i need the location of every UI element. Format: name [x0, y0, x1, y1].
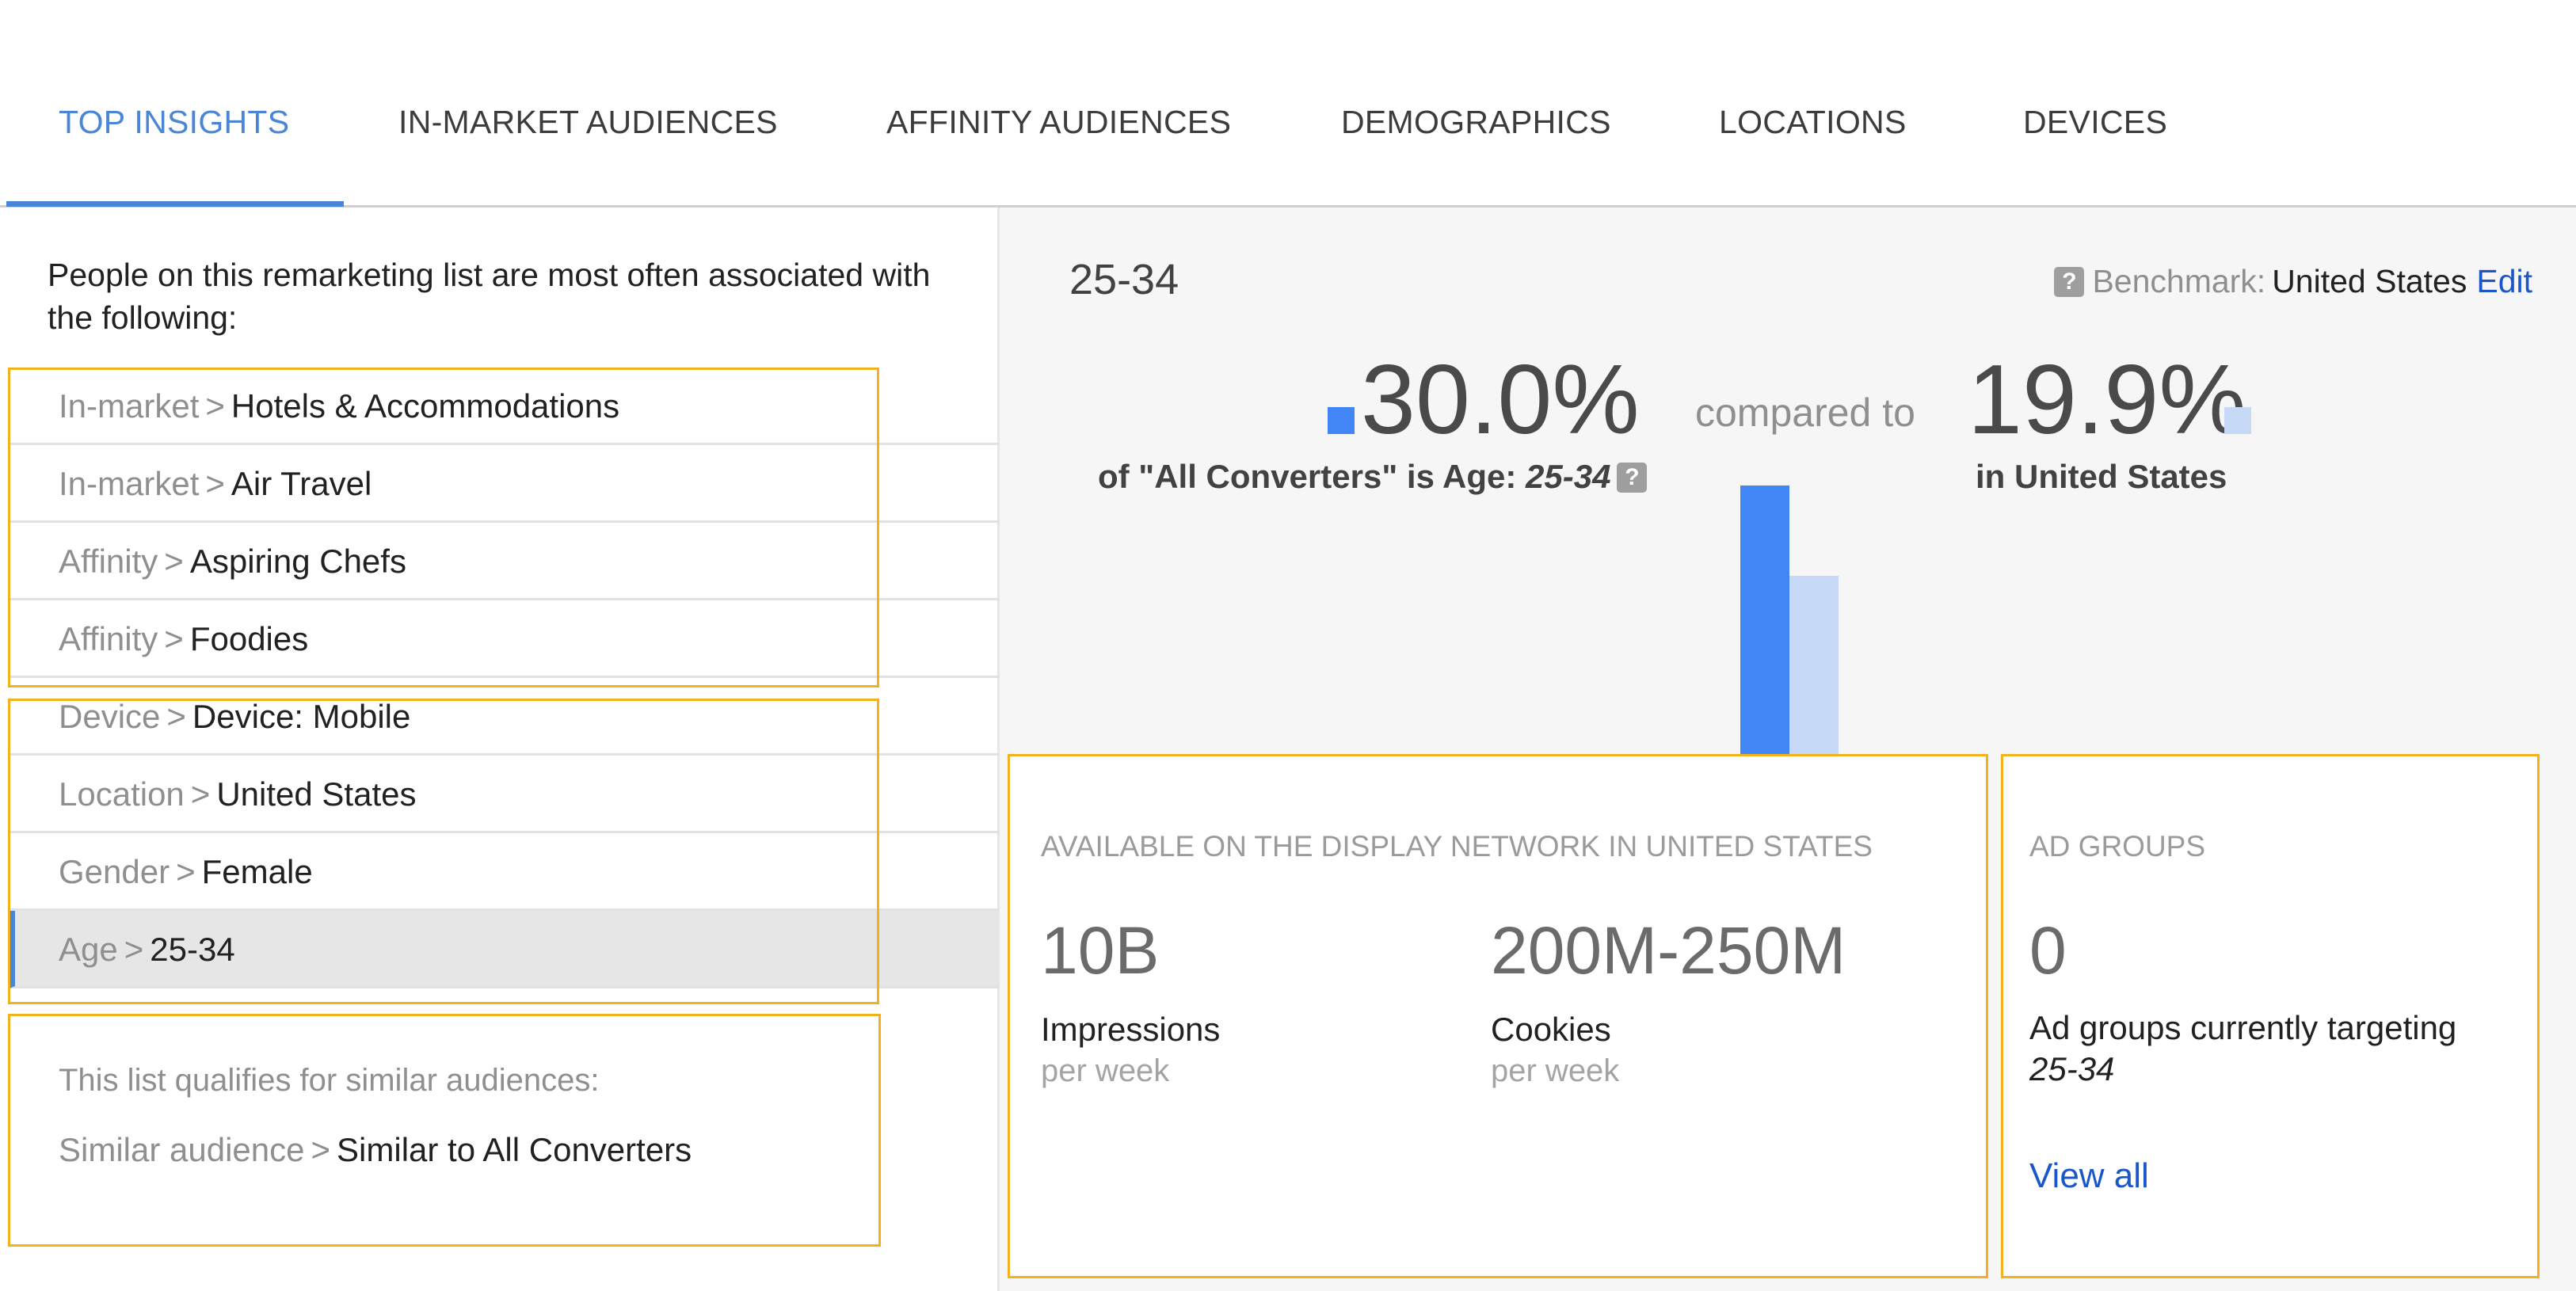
insight-value: Similar to All Converters — [337, 1131, 692, 1168]
similar-audience-note: This list qualifies for similar audience… — [59, 1063, 600, 1098]
insight-category: Location — [59, 775, 185, 813]
insight-category: Age — [59, 931, 118, 968]
ad-groups-description-value: 25-34 — [2029, 1050, 2115, 1087]
insight-row-foodies[interactable]: Affinity > Foodies — [10, 600, 1000, 678]
insight-separator: > — [205, 387, 225, 425]
insights-panel: People on this remarketing list are most… — [0, 208, 1000, 1291]
edit-benchmark-link[interactable]: Edit — [2476, 263, 2532, 299]
insight-row-hotels[interactable]: In-market > Hotels & Accommodations — [10, 367, 1000, 445]
insight-value: Device: Mobile — [192, 698, 411, 735]
help-icon[interactable]: ? — [1617, 463, 1648, 493]
audience-description: of "All Converters" is Age: 25-34? — [1098, 458, 1648, 496]
view-all-link[interactable]: View all — [2029, 1156, 2149, 1196]
insight-separator: > — [164, 543, 184, 580]
availability-card: AVAILABLE ON THE DISPLAY NETWORK IN UNIT… — [1008, 754, 1988, 1278]
impressions-value: 10B — [1041, 913, 1160, 988]
insight-category: Affinity — [59, 620, 158, 657]
audience-legend-swatch — [1328, 407, 1355, 434]
benchmark-value: United States — [2272, 263, 2467, 299]
insight-separator: > — [166, 698, 186, 735]
ad-groups-card: AD GROUPS 0 Ad groups currently targetin… — [2001, 754, 2540, 1278]
insight-separator: > — [176, 853, 196, 890]
compared-to-label: compared to — [1695, 390, 1915, 435]
insight-row-air-travel[interactable]: In-market > Air Travel — [10, 445, 1000, 523]
cookies-value: 200M-250M — [1491, 913, 1846, 988]
cookies-label: Cookies — [1491, 1011, 1611, 1048]
ad-groups-description-text: Ad groups currently targeting — [2029, 1009, 2457, 1046]
highlight-box-similar — [8, 1014, 881, 1247]
insight-category: In-market — [59, 465, 200, 502]
insight-category: Affinity — [59, 543, 158, 580]
insight-value: Air Travel — [231, 465, 372, 502]
ad-groups-count: 0 — [2029, 913, 2067, 988]
tab-devices[interactable]: DEVICES — [2023, 0, 2167, 208]
benchmark-bar — [1789, 576, 1839, 754]
audience-description-prefix: of "All Converters" is Age: — [1098, 458, 1517, 495]
insight-value: Foodies — [189, 620, 309, 657]
insight-separator: > — [205, 465, 225, 502]
audience-percentage: 30.0% — [1361, 345, 1640, 455]
insight-row-age-selected[interactable]: Age >25-34 — [10, 911, 1000, 988]
tab-bar: TOP INSIGHTS IN-MARKET AUDIENCES AFFINIT… — [0, 0, 2576, 208]
insight-row-device-mobile[interactable]: Device > Device: Mobile — [10, 678, 1000, 756]
insight-value: United States — [216, 775, 417, 813]
benchmark-legend-swatch — [2224, 407, 2251, 434]
benchmark-percentage: 19.9% — [1968, 345, 2246, 455]
insight-value: Female — [201, 853, 313, 890]
insight-separator: > — [311, 1131, 331, 1168]
impressions-period: per week — [1041, 1053, 1170, 1088]
tab-in-market-audiences[interactable]: IN-MARKET AUDIENCES — [398, 0, 778, 208]
insight-separator: > — [124, 931, 144, 968]
insight-separator: > — [164, 620, 184, 657]
tab-top-insights[interactable]: TOP INSIGHTS — [59, 0, 289, 208]
insight-value: Hotels & Accommodations — [231, 387, 620, 425]
tab-demographics[interactable]: DEMOGRAPHICS — [1341, 0, 1611, 208]
insight-value: 25-34 — [150, 931, 235, 968]
impressions-label: Impressions — [1041, 1011, 1221, 1048]
benchmark-label: Benchmark: — [2092, 263, 2266, 299]
benchmark-description: in United States — [1976, 458, 2227, 495]
ad-groups-heading: AD GROUPS — [2029, 830, 2206, 863]
active-tab-indicator — [6, 201, 344, 207]
cookies-period: per week — [1491, 1053, 1620, 1088]
insight-category: Device — [59, 698, 161, 735]
insight-category: In-market — [59, 387, 200, 425]
insight-value: Aspiring Chefs — [189, 543, 406, 580]
ad-groups-description: Ad groups currently targeting 25-34 — [2029, 1007, 2513, 1090]
insight-separator: > — [190, 775, 211, 813]
insight-category: Similar audience — [59, 1131, 305, 1168]
audience-bar — [1740, 486, 1789, 754]
insight-category: Gender — [59, 853, 170, 890]
detail-panel: 25-34 ? Benchmark: United States Edit 30.0%… — [1000, 208, 2576, 1291]
tab-affinity-audiences[interactable]: AFFINITY AUDIENCES — [886, 0, 1231, 208]
insight-row-gender[interactable]: Gender > Female — [10, 833, 1000, 911]
availability-heading: AVAILABLE ON THE DISPLAY NETWORK IN UNIT… — [1041, 830, 1873, 863]
insights-intro: People on this remarketing list are most… — [48, 257, 931, 336]
selected-insight-title: 25-34 — [1069, 256, 1179, 303]
similar-audience-row[interactable]: Similar audience > Similar to All Converte… — [59, 1131, 692, 1169]
audience-description-value: 25-34 — [1526, 458, 1611, 495]
help-icon[interactable]: ? — [2054, 267, 2085, 297]
insight-row-location[interactable]: Location > United States — [10, 756, 1000, 833]
tab-locations[interactable]: LOCATIONS — [1719, 0, 1907, 208]
insight-row-aspiring-chefs[interactable]: Affinity > Aspiring Chefs — [10, 523, 1000, 600]
benchmark-row: ? Benchmark: United States Edit — [2054, 263, 2532, 300]
